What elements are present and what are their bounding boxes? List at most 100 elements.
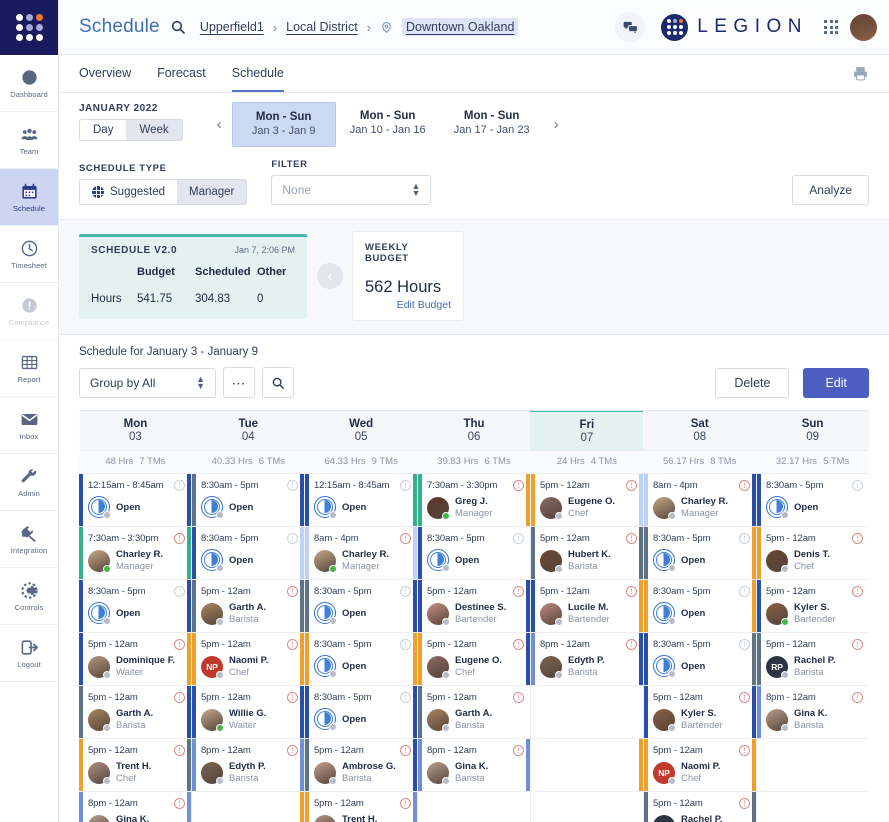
shift-alert-icon[interactable]: !: [287, 692, 298, 703]
shift-alert-icon[interactable]: !: [400, 586, 411, 597]
analyze-button[interactable]: Analyze: [792, 175, 869, 205]
search-schedule-button[interactable]: [262, 367, 294, 398]
shift-card[interactable]: 8pm - 12am! Edyth P. Barista: [531, 633, 643, 686]
shift-alert-icon[interactable]: !: [852, 533, 863, 544]
shift-card[interactable]: 5pm - 12am! NP Naomi P. Chef: [192, 633, 304, 686]
schedule-type-suggested[interactable]: Suggested: [80, 180, 177, 204]
shift-alert-icon[interactable]: !: [852, 480, 863, 491]
shift-alert-icon[interactable]: !: [174, 798, 185, 809]
shift-card[interactable]: 8:30am - 5pm! Open: [644, 633, 756, 686]
shift-alert-icon[interactable]: !: [739, 692, 750, 703]
shift-card[interactable]: 5pm - 12am!Trent H.Chef: [79, 739, 191, 792]
shift-card[interactable]: 8pm - 12am!Gina K.Barista: [418, 739, 530, 792]
breadcrumb-item[interactable]: Local District: [286, 20, 358, 34]
shift-card[interactable]: 5pm - 12am! Garth A. Barista: [418, 686, 530, 739]
shift-alert-icon[interactable]: !: [174, 692, 185, 703]
filter-select[interactable]: None ▲ ▼: [271, 175, 432, 205]
shift-card[interactable]: 7:30am - 3:30pm! Charley R. Manager: [79, 527, 191, 580]
shift-card[interactable]: 5pm - 12am! Garth A. Barista: [192, 580, 304, 633]
shift-alert-icon[interactable]: !: [626, 639, 637, 650]
shift-alert-icon[interactable]: !: [739, 745, 750, 756]
edit-button[interactable]: Edit: [803, 367, 869, 398]
shift-alert-icon[interactable]: !: [287, 480, 298, 491]
shift-alert-icon[interactable]: !: [400, 639, 411, 650]
tab-overview[interactable]: Overview: [79, 55, 131, 92]
range-toggle-day[interactable]: Day: [80, 120, 127, 140]
shift-card[interactable]: 8am - 4pm! Charley R. Manager: [305, 527, 417, 580]
next-week-button[interactable]: ›: [544, 117, 569, 132]
shift-alert-icon[interactable]: !: [174, 533, 185, 544]
shift-alert-icon[interactable]: !: [400, 480, 411, 491]
shift-card[interactable]: 8:30am - 5pm! Open: [644, 580, 756, 633]
shift-card[interactable]: 8am - 4pm! Charley R. Manager: [644, 474, 756, 527]
shift-alert-icon[interactable]: !: [626, 480, 637, 491]
shift-card[interactable]: 5pm - 12am! NP Naomi P. Chef: [644, 739, 756, 792]
shift-alert-icon[interactable]: !: [739, 798, 750, 809]
sidebar-item-schedule[interactable]: Schedule: [0, 169, 58, 226]
shift-alert-icon[interactable]: !: [287, 745, 298, 756]
shift-card[interactable]: 5pm - 12am! Ambrose G. Barista: [305, 739, 417, 792]
sidebar-item-team[interactable]: Team: [0, 112, 58, 169]
tab-forecast[interactable]: Forecast: [157, 55, 206, 92]
shift-card[interactable]: 8pm - 12am!Gina K.Barista: [79, 792, 191, 822]
shift-alert-icon[interactable]: !: [513, 480, 524, 491]
sidebar-item-timesheet[interactable]: Timesheet: [0, 226, 58, 283]
shift-alert-icon[interactable]: !: [852, 692, 863, 703]
sidebar-item-report[interactable]: Report: [0, 340, 58, 397]
edit-budget-link[interactable]: Edit Budget: [365, 299, 451, 311]
app-logo[interactable]: [0, 0, 58, 55]
shift-card[interactable]: 5pm - 12am! Garth A. Barista: [79, 686, 191, 739]
shift-card[interactable]: 7:30am - 3:30pm! Greg J. Manager: [418, 474, 530, 527]
sidebar-item-logout[interactable]: Logout: [0, 625, 58, 682]
shift-alert-icon[interactable]: !: [739, 586, 750, 597]
sidebar-item-integration[interactable]: Integration: [0, 511, 58, 568]
shift-alert-icon[interactable]: !: [287, 586, 298, 597]
shift-card[interactable]: 8pm - 12am!Gina K.Barista: [757, 686, 869, 739]
breadcrumb-item[interactable]: Upperfield1: [200, 20, 264, 34]
shift-card[interactable]: 8:30am - 5pm! Open: [192, 474, 304, 527]
shift-card[interactable]: 5pm - 12am!RPRachel P.Barista: [644, 792, 756, 822]
shift-alert-icon[interactable]: !: [287, 533, 298, 544]
shift-alert-icon[interactable]: !: [287, 639, 298, 650]
shift-card[interactable]: 5pm - 12am! Destinee S. Bartender: [418, 580, 530, 633]
shift-card[interactable]: 5pm - 12am! Denis T. Chef: [757, 527, 869, 580]
sidebar-item-inbox[interactable]: Inbox: [0, 397, 58, 454]
shift-alert-icon[interactable]: !: [513, 586, 524, 597]
shift-card[interactable]: 8pm - 12am! Edyth P. Barista: [192, 739, 304, 792]
shift-alert-icon[interactable]: !: [400, 745, 411, 756]
shift-alert-icon[interactable]: !: [400, 692, 411, 703]
week-option[interactable]: Mon - Sun Jan 10 - Jan 16: [336, 102, 440, 147]
shift-card[interactable]: 5pm - 12am! Eugene O. Chef: [418, 633, 530, 686]
shift-card[interactable]: 5pm - 12am! Lucile M. Bartender: [531, 580, 643, 633]
messages-icon[interactable]: [615, 12, 646, 42]
shift-card[interactable]: 8:30am - 5pm! Open: [418, 527, 530, 580]
shift-alert-icon[interactable]: !: [513, 692, 524, 703]
breadcrumb-item[interactable]: Downtown Oakland: [402, 18, 519, 36]
shift-alert-icon[interactable]: !: [174, 639, 185, 650]
shift-card[interactable]: 5pm - 12am!Trent H.Chef: [305, 792, 417, 822]
schedule-type-manager[interactable]: Manager: [177, 180, 247, 204]
shift-alert-icon[interactable]: !: [174, 480, 185, 491]
shift-alert-icon[interactable]: !: [174, 586, 185, 597]
prev-week-button[interactable]: ‹: [207, 117, 232, 132]
user-avatar[interactable]: [850, 13, 877, 41]
group-by-select[interactable]: Group by All ▲ ▼: [79, 367, 216, 398]
sidebar-item-dashboard[interactable]: Dashboard: [0, 55, 58, 112]
shift-card[interactable]: 8:30am - 5pm! Open: [192, 527, 304, 580]
shift-card[interactable]: 8:30am - 5pm! Open: [305, 686, 417, 739]
shift-card[interactable]: 5pm - 12am! Hubert K. Barista: [531, 527, 643, 580]
app-switcher-icon[interactable]: [824, 20, 838, 34]
shift-alert-icon[interactable]: !: [739, 533, 750, 544]
shift-card[interactable]: 8:30am - 5pm! Open: [757, 474, 869, 527]
sidebar-item-admin[interactable]: Admin: [0, 454, 58, 511]
shift-alert-icon[interactable]: !: [626, 586, 637, 597]
shift-alert-icon[interactable]: !: [400, 798, 411, 809]
shift-card[interactable]: 5pm - 12am! Kyler S. Bartender: [644, 686, 756, 739]
shift-card[interactable]: 8:30am - 5pm! Open: [644, 527, 756, 580]
sidebar-item-compliance[interactable]: Compliance: [0, 283, 58, 340]
carousel-prev-button[interactable]: ‹: [317, 263, 343, 289]
print-icon[interactable]: [852, 65, 869, 82]
shift-card[interactable]: 8:30am - 5pm! Open: [305, 580, 417, 633]
shift-alert-icon[interactable]: !: [513, 745, 524, 756]
shift-card[interactable]: 5pm - 12am! Eugene O. Chef: [531, 474, 643, 527]
